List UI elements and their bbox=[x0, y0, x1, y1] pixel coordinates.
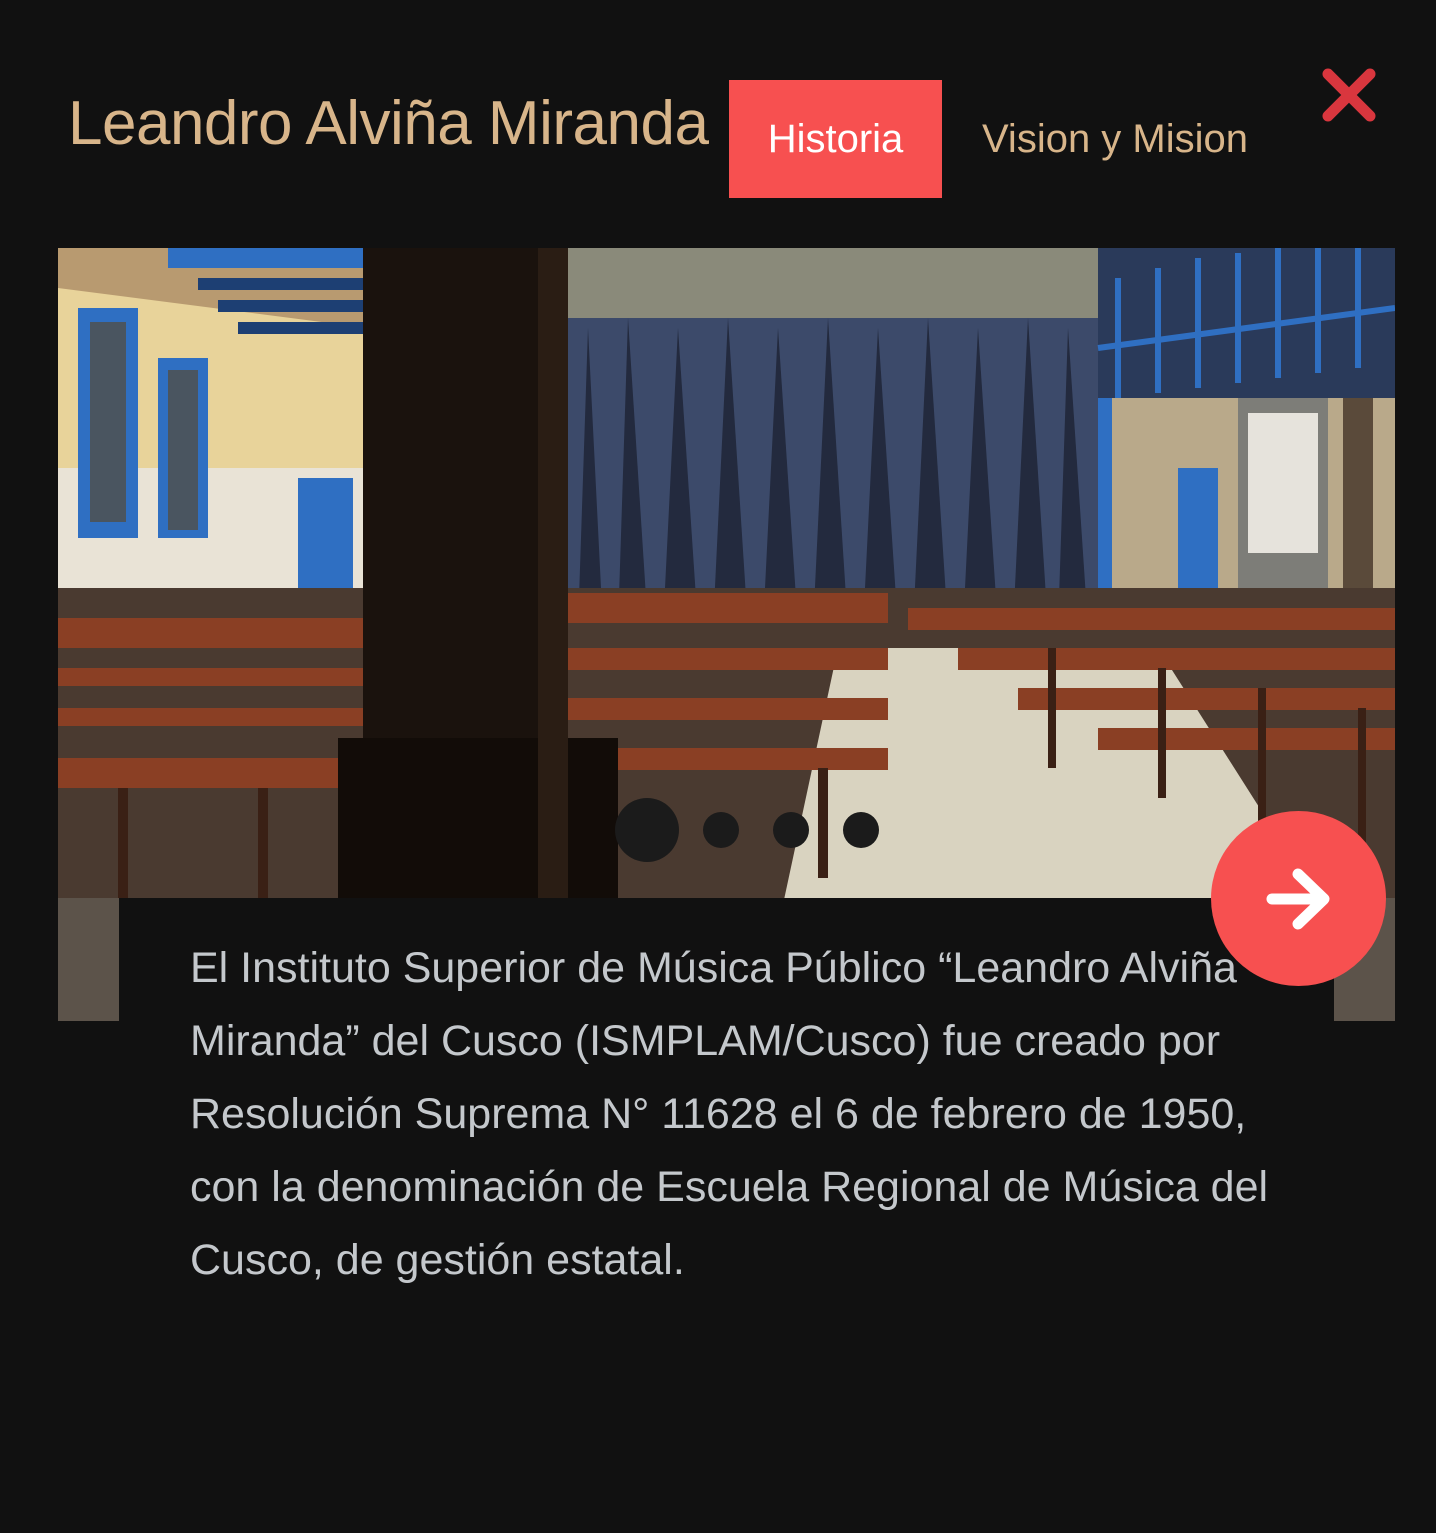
page-title: Leandro Alviña Miranda bbox=[68, 89, 709, 158]
history-paragraph: El Instituto Superior de Música Público … bbox=[190, 944, 1269, 1284]
arrow-right-icon bbox=[1266, 868, 1329, 929]
slider-dot-1[interactable] bbox=[615, 798, 679, 862]
slider-dot-2[interactable] bbox=[703, 812, 739, 848]
slider-dot-3[interactable] bbox=[773, 812, 809, 848]
close-x-icon bbox=[1322, 68, 1376, 122]
tab-vision-y-mision[interactable]: Vision y Mision bbox=[960, 80, 1270, 198]
close-button[interactable] bbox=[1320, 66, 1378, 124]
tab-historia[interactable]: Historia bbox=[729, 80, 942, 198]
next-slide-button[interactable] bbox=[1211, 811, 1386, 986]
slider-dot-4[interactable] bbox=[843, 812, 879, 848]
slider-dots bbox=[615, 798, 879, 862]
